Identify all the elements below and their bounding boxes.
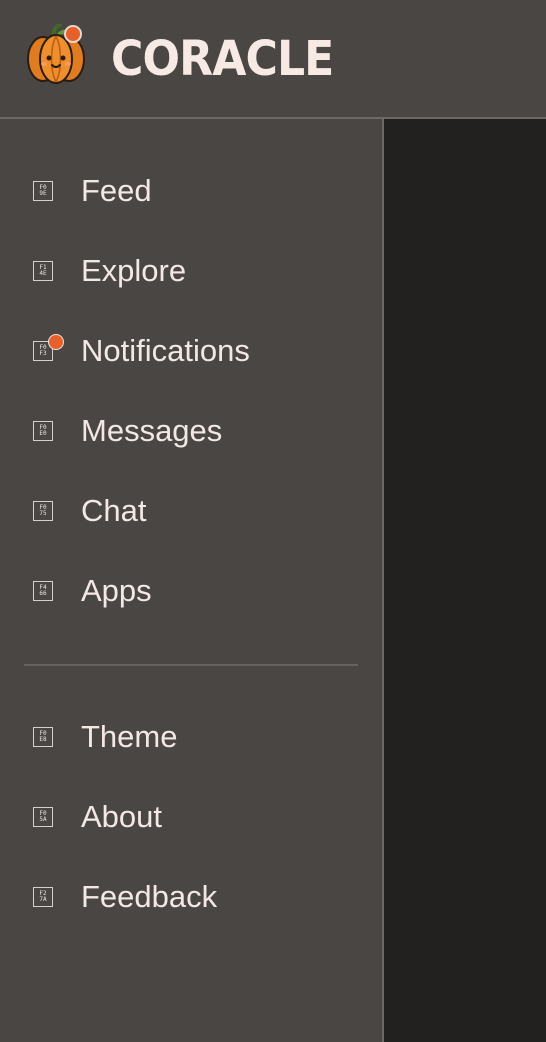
sidebar-item-label: Messages <box>81 413 223 448</box>
sidebar-item-messages[interactable]: F0 E0 Messages <box>0 404 382 464</box>
about-icon: F0 5A <box>33 807 53 827</box>
sidebar-divider <box>24 664 358 666</box>
sidebar-item-label: Chat <box>81 493 147 528</box>
feedback-icon: F2 7A <box>33 887 53 907</box>
notification-dot-icon <box>64 25 82 43</box>
sidebar-item-chat[interactable]: F0 75 Chat <box>0 484 382 544</box>
brand-title[interactable]: CORACLE <box>111 27 334 91</box>
sidebar-item-theme[interactable]: F0 E8 Theme <box>0 710 382 770</box>
main-content <box>384 121 546 1042</box>
sidebar-item-feedback[interactable]: F2 7A Feedback <box>0 870 382 930</box>
sidebar-item-label: Feed <box>81 173 152 208</box>
sidebar-item-label: About <box>81 799 163 834</box>
sidebar-item-label: Feedback <box>81 879 218 914</box>
theme-icon: F0 E8 <box>33 727 53 747</box>
explore-icon: F1 4E <box>33 261 53 281</box>
apps-icon: F4 66 <box>33 581 53 601</box>
sidebar-item-label: Theme <box>81 719 178 754</box>
sidebar-item-label: Apps <box>81 573 152 608</box>
sidebar-item-label: Notifications <box>81 333 250 368</box>
sidebar-item-notifications[interactable]: F0 F3 Notifications <box>0 324 382 384</box>
sidebar-item-label: Explore <box>81 253 187 288</box>
sidebar-item-explore[interactable]: F1 4E Explore <box>0 244 382 304</box>
feed-icon: F0 9E <box>33 181 53 201</box>
sidebar-item-about[interactable]: F0 5A About <box>0 790 382 850</box>
sidebar-item-feed[interactable]: F0 9E Feed <box>0 164 382 224</box>
chat-icon: F0 75 <box>33 501 53 521</box>
sidebar-item-apps[interactable]: F4 66 Apps <box>0 564 382 624</box>
sidebar-nav: F0 9E Feed F1 4E Explore F0 F3 Notification… <box>0 119 384 1042</box>
messages-icon: F0 E0 <box>33 421 53 441</box>
pumpkin-icon[interactable] <box>26 23 86 86</box>
notification-badge <box>48 334 64 350</box>
top-bar: CORACLE <box>0 0 546 119</box>
